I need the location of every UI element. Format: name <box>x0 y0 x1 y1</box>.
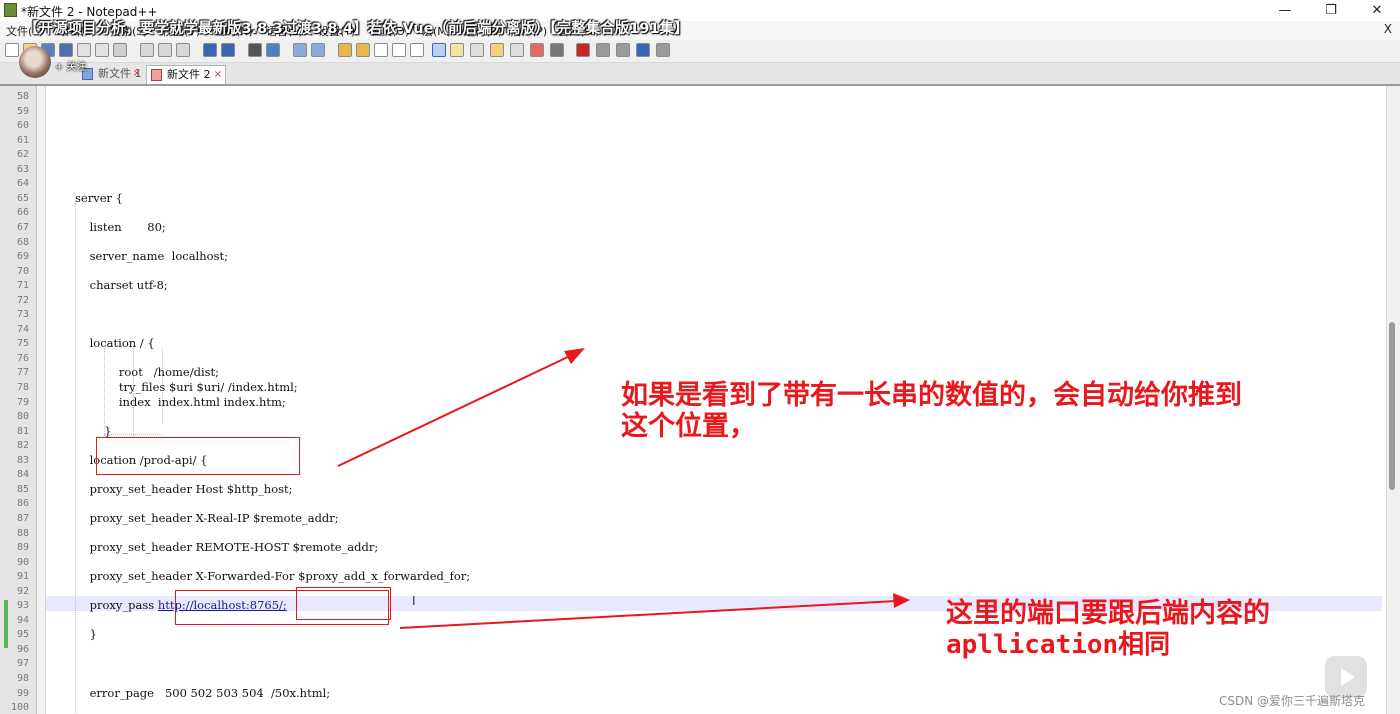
scrollbar-thumb[interactable] <box>1389 322 1395 490</box>
arrow-line-2 <box>399 600 897 629</box>
watermark: CSDN @爱你三千遍斯塔克 <box>1219 694 1366 708</box>
arrow-head-1 <box>564 348 585 364</box>
annotation-note-2-line-2: apllication相同 <box>946 630 1171 660</box>
annotation-note-1-line-1: 如果是看到了带有一长串的数值的，会自动给你推到 <box>621 380 1242 411</box>
annotation-note-2-line-1: 这里的端口要跟后端内容的 <box>946 598 1270 629</box>
text-cursor-icon: I <box>412 594 416 608</box>
annotation-note-1-line-2: 这个位置， <box>621 411 756 442</box>
arrow-head-2 <box>893 593 910 608</box>
arrow-line-1 <box>337 354 573 467</box>
